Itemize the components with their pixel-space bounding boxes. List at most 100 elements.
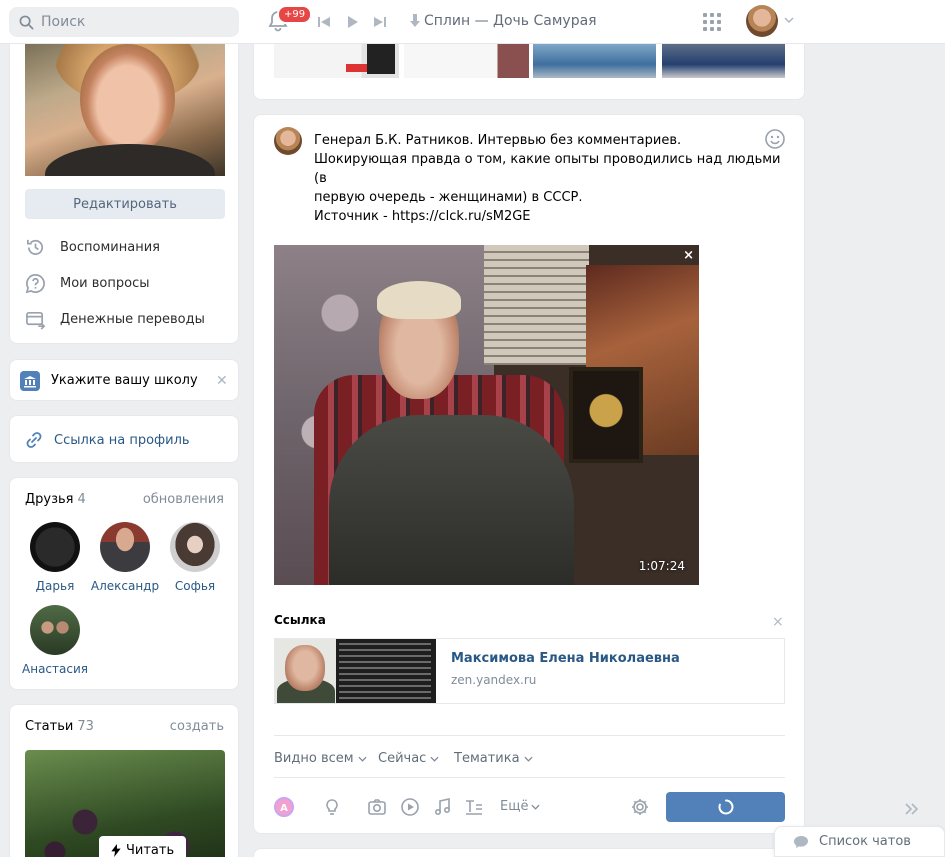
friends-card: Друзья 4 обновления Дарья Александр Софья… [9, 477, 239, 690]
divider [274, 777, 785, 778]
menu-item-label: Воспоминания [60, 239, 160, 255]
double-chevron-right-icon[interactable] [904, 802, 920, 816]
school-prompt-label: Укажите вашу школу [51, 373, 198, 388]
articles-count: 73 [77, 719, 94, 734]
profile-photo[interactable] [25, 44, 225, 176]
previous-post-attachments [253, 44, 805, 100]
create-article-link[interactable]: создать [170, 719, 224, 734]
visibility-dropdown[interactable]: Видно всем [274, 751, 367, 766]
profile-link-label: Ссылка на профиль [54, 433, 190, 448]
menu-item-label: Денежные переводы [60, 311, 205, 327]
post-line: Шокирующая правда о том, какие опыты про… [314, 152, 781, 186]
remove-link-icon[interactable]: × [772, 614, 784, 630]
question-icon [25, 273, 45, 293]
remove-video-icon[interactable]: × [683, 248, 694, 263]
snippet-title[interactable]: Максимова Елена Николаевна [451, 651, 680, 666]
money-transfer-icon [26, 311, 46, 330]
friend-name: Александр [90, 579, 160, 593]
link-icon [26, 432, 42, 448]
track-title: Сплин — Дочь Самурая [424, 13, 597, 29]
friend-avatar [170, 522, 220, 572]
history-icon [27, 239, 44, 255]
divider [274, 735, 785, 736]
spinner-icon [717, 799, 733, 815]
attachment-thumb[interactable] [404, 44, 529, 78]
friend-name: Анастасия [22, 662, 88, 676]
video-icon[interactable] [400, 797, 420, 817]
apps-grid-icon[interactable] [703, 13, 721, 31]
chevron-down-icon [523, 756, 533, 762]
music-icon[interactable] [432, 797, 452, 817]
download-arrow-icon [410, 14, 420, 27]
menu-item-questions[interactable]: Мои вопросы [25, 269, 149, 297]
profile-link-card[interactable]: Ссылка на профиль [9, 415, 239, 463]
idea-icon[interactable] [322, 797, 342, 817]
friend-name: Дарья [35, 579, 75, 593]
publish-button[interactable] [666, 792, 785, 822]
previous-track-icon[interactable] [315, 13, 333, 31]
next-track-icon[interactable] [371, 13, 389, 31]
search-input[interactable] [41, 14, 221, 30]
post-line: Источник - https://clck.ru/sM2GE [314, 209, 531, 224]
school-icon [20, 371, 40, 391]
article-cover[interactable]: Читать [25, 750, 225, 857]
lightning-icon [111, 843, 121, 857]
close-icon[interactable]: ✕ [216, 373, 228, 389]
attachment-thumb[interactable] [662, 44, 785, 78]
menu-item-money-transfers[interactable]: Денежные переводы [25, 305, 205, 333]
play-icon[interactable] [343, 13, 361, 31]
topic-dropdown[interactable]: Тематика [454, 751, 533, 766]
color-background-icon[interactable]: A [274, 797, 294, 817]
menu-item-memories[interactable]: Воспоминания [25, 233, 160, 261]
video-duration: 1:07:24 [638, 559, 685, 573]
chat-bubble-icon [794, 835, 808, 848]
friend-item[interactable]: Анастасия [20, 605, 90, 676]
friends-title[interactable]: Друзья 4 [25, 492, 86, 507]
snippet-domain: zen.yandex.ru [451, 673, 537, 687]
chevron-down-icon [430, 756, 439, 762]
friend-item[interactable]: Александр [90, 522, 160, 593]
camera-icon[interactable] [367, 797, 387, 817]
friend-avatar [100, 522, 150, 572]
friends-updates-link[interactable]: обновления [143, 492, 224, 507]
link-snippet[interactable]: Максимова Елена Николаевна zen.yandex.ru [274, 638, 785, 704]
post-line: Генерал Б.К. Ратников. Интервью без комм… [314, 133, 682, 148]
chat-list-button[interactable]: Список чатов [774, 826, 945, 857]
chevron-down-icon[interactable] [784, 16, 794, 24]
school-prompt-card[interactable]: Укажите вашу школу ✕ [9, 359, 239, 401]
more-attachments-button[interactable]: Ещё [500, 799, 541, 814]
snippet-image [275, 639, 436, 703]
friend-avatar [30, 522, 80, 572]
time-dropdown[interactable]: Сейчас [378, 751, 439, 766]
post-line: первую очередь - женщинами) в СССР. [314, 190, 583, 205]
read-article-button[interactable]: Читать [99, 836, 187, 857]
article-editor-icon[interactable] [464, 797, 484, 817]
top-header: +99 Сплин — Дочь Самурая [0, 0, 945, 44]
attachment-thumb[interactable] [533, 44, 656, 78]
search-box[interactable] [9, 7, 239, 37]
emoji-icon[interactable] [764, 128, 786, 150]
friend-item[interactable]: Дарья [20, 522, 90, 593]
edit-profile-button[interactable]: Редактировать [25, 189, 225, 219]
gear-icon[interactable] [630, 797, 650, 817]
chevron-down-icon [357, 756, 367, 762]
author-avatar[interactable] [274, 127, 302, 155]
post-editor-card: Генерал Б.К. Ратников. Интервью без комм… [253, 114, 805, 834]
post-text[interactable]: Генерал Б.К. Ратников. Интервью без комм… [314, 131, 784, 226]
video-attachment[interactable]: × 1:07:24 [274, 245, 699, 585]
now-playing[interactable]: Сплин — Дочь Самурая [410, 13, 597, 29]
articles-title[interactable]: Статьи 73 [25, 719, 94, 734]
menu-item-label: Мои вопросы [60, 275, 150, 291]
articles-card: Статьи 73 создать Читать [9, 704, 239, 857]
notifications-badge: +99 [277, 5, 313, 24]
friends-count: 4 [77, 492, 86, 507]
friend-name: Софья [174, 579, 216, 593]
friend-avatar [30, 605, 80, 655]
link-section-title: Ссылка [274, 613, 326, 627]
profile-card: Редактировать Воспоминания Мои вопросы Д… [9, 44, 239, 344]
friend-item[interactable]: Софья [160, 522, 230, 593]
next-post-card [253, 848, 805, 857]
header-avatar[interactable] [746, 5, 778, 37]
attachment-thumb[interactable] [274, 44, 399, 78]
svg-text:A: A [280, 803, 288, 814]
